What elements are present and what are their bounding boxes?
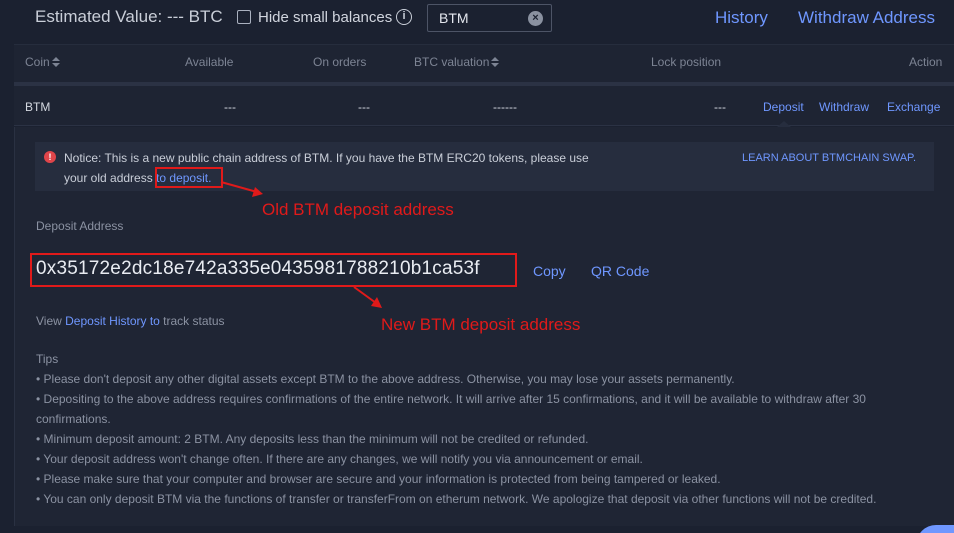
hide-small-balances-checkbox[interactable]: [237, 10, 251, 24]
sort-icon[interactable]: [491, 57, 500, 68]
coin-search-box[interactable]: ×: [427, 4, 552, 32]
view-suffix: track status: [159, 314, 225, 328]
info-icon[interactable]: i: [396, 9, 412, 25]
column-coin[interactable]: Coin: [25, 55, 60, 69]
withdraw-action[interactable]: Withdraw: [819, 100, 869, 114]
column-on-orders: On orders: [313, 55, 367, 69]
column-lock-position: Lock position: [651, 55, 722, 69]
view-prefix: View: [36, 314, 66, 328]
row-btc-valuation: ------: [493, 100, 517, 114]
chat-widget-button[interactable]: [916, 525, 954, 533]
tip-item: • Minimum deposit amount: 2 BTM. Any dep…: [36, 432, 589, 446]
tip-item: • Your deposit address won't change ofte…: [36, 452, 643, 466]
annotation-new-address: New BTM deposit address: [381, 315, 581, 334]
row-lock-position: ---: [714, 100, 726, 114]
notice-text: Notice: This is a new public chain addre…: [64, 151, 589, 165]
estimated-value: Estimated Value: --- BTC: [35, 7, 223, 26]
hide-small-balances-label[interactable]: Hide small balances: [258, 9, 392, 26]
annotation-arrow-new: [353, 286, 382, 308]
tip-item: • Please make sure that your computer an…: [36, 472, 721, 486]
row-available: ---: [224, 100, 236, 114]
qr-code-button[interactable]: QR Code: [591, 263, 649, 279]
exchange-action[interactable]: Exchange: [887, 100, 940, 114]
deposit-action[interactable]: Deposit: [763, 100, 804, 114]
row-coin: BTM: [25, 100, 51, 114]
highlight-box-old-address: [155, 167, 223, 188]
history-link[interactable]: History: [715, 8, 768, 28]
deposit-address-value: 0x35172e2dc18e742a335e0435981788210b1ca5…: [36, 258, 480, 279]
tip-item: confirmations.: [36, 412, 111, 426]
warning-icon: !: [44, 151, 56, 163]
annotation-arrow-old: [220, 181, 263, 197]
view-history-text: View Deposit History to track status: [36, 314, 225, 328]
notice-text-prefix: your old address: [64, 171, 157, 185]
clear-icon[interactable]: ×: [528, 11, 543, 26]
sort-icon[interactable]: [51, 57, 60, 68]
deposit-address-label: Deposit Address: [36, 219, 124, 233]
coin-search-input[interactable]: [439, 9, 529, 27]
deposit-history-link[interactable]: Deposit History to: [65, 314, 160, 328]
tip-item: • Depositing to the above address requir…: [36, 392, 866, 406]
withdraw-address-link[interactable]: Withdraw Address: [798, 8, 935, 28]
tip-item: • Please don't deposit any other digital…: [36, 372, 735, 386]
annotation-old-address: Old BTM deposit address: [262, 200, 454, 219]
table-row: [14, 86, 954, 126]
row-on-orders: ---: [358, 100, 370, 114]
column-available: Available: [185, 55, 234, 69]
tips-title: Tips: [36, 352, 59, 366]
tip-item: • You can only deposit BTM via the funct…: [36, 492, 877, 506]
column-btc-valuation[interactable]: BTC valuation: [414, 55, 500, 69]
column-action: Action: [909, 55, 943, 69]
learn-btmchain-swap-link[interactable]: LEARN ABOUT BTMCHAIN SWAP.: [742, 152, 916, 164]
copy-button[interactable]: Copy: [533, 263, 566, 279]
